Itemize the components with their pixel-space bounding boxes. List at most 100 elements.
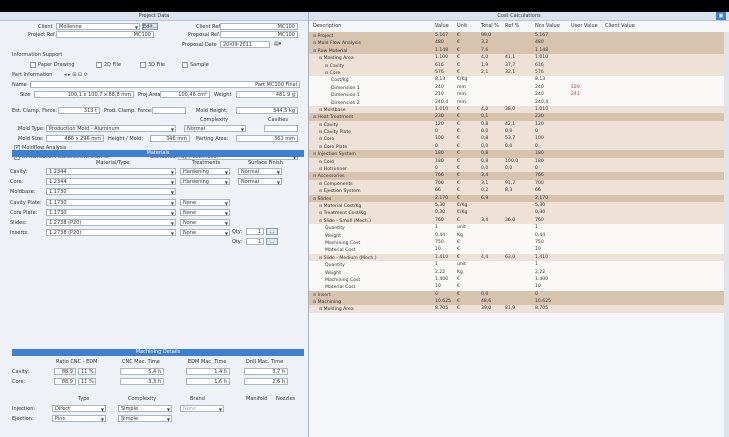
drill-time-field[interactable]: 3,7 h (244, 368, 288, 375)
file-2d-checkbox[interactable] (96, 62, 102, 68)
table-row[interactable]: ⊟ Slide - Medium (Mech.) 1.410 €4,4 63,0 1.4… (309, 253, 729, 262)
qty-inserts-field[interactable]: 1 (246, 238, 264, 245)
table-row[interactable]: ⊟ Molding Area 1.100 €4,0 41,1 1.010 (309, 54, 729, 62)
table-row[interactable]: Quantity 1 unit 1 (309, 261, 729, 269)
material-select[interactable]: 1.2344 ▼ (46, 168, 176, 175)
surface-finish-select[interactable]: Normal ▼ (238, 178, 282, 186)
table-row[interactable]: ⊟ Accessories 766 €3,4 766 (309, 172, 729, 180)
table-row[interactable]: ⊟ Material Cost/Kg 5,30 €/Kg 5,30 (309, 201, 729, 210)
machining-section-bar[interactable]: Machining Details (12, 349, 304, 356)
table-row[interactable]: ⊟ Slide - Small (Mech.) 760 €3,4 36,0 760 (309, 216, 729, 225)
weight-field[interactable]: 481 9 g (236, 91, 298, 98)
table-row[interactable]: ⊟ Hotrunner 0 €0,0 0,0 0 (309, 165, 729, 173)
parting-field[interactable]: 361 mm (236, 135, 298, 142)
brand-select[interactable]: None ▼ (180, 405, 224, 412)
materials-section-bar[interactable]: Materials (12, 150, 304, 157)
sample-checkbox[interactable] (182, 62, 188, 68)
table-row[interactable]: Dimension 2 240,4 mm 240,4 (309, 98, 729, 106)
cavities-field[interactable] (264, 125, 298, 132)
table-row[interactable]: ⊟ Machining 10.625 €48,6 10.625 (309, 298, 729, 306)
table-row[interactable]: ⊟ Slides 2.170 €6,9 2.170 (309, 194, 729, 202)
ratio-cnc-value[interactable]: 88,9 (54, 378, 76, 385)
height-field[interactable]: 346 mm (150, 135, 190, 142)
mold-height-field[interactable]: 344,5 kg (236, 107, 298, 114)
proposal-ref-field[interactable]: MC100 (220, 31, 298, 38)
drill-time-field[interactable]: 2,6 h (244, 378, 288, 385)
treatment-select[interactable]: Hardening ▼ (180, 168, 230, 175)
table-row[interactable]: ⊟ Injection System 180 €0,8 180 (309, 150, 729, 158)
table-row[interactable]: ⊟ Insert 0 €0,0 0 (309, 290, 729, 299)
material-select[interactable]: 1.1730 ▼ (46, 208, 176, 216)
cnc-time-field[interactable]: 3,3 h (120, 378, 164, 385)
proj-area-field[interactable]: 100,46 cm² (160, 91, 210, 98)
table-row[interactable]: Weight 0,44 Kg 0,44 (309, 231, 729, 239)
file-3d-checkbox[interactable] (140, 62, 146, 68)
project-ref-field[interactable]: MC100 (56, 31, 154, 38)
material-select[interactable]: 1.2344 ▼ (46, 178, 176, 186)
table-row[interactable]: Dimension 1 240 mm 240 120 (309, 83, 729, 92)
table-row[interactable]: ⊟ Cold 180 €0,8 100,0 180 (309, 157, 729, 166)
treatment-select[interactable]: None ▼ (180, 229, 230, 237)
size-field[interactable]: 100,1 x 100,7 x 88,8 mm (34, 91, 134, 98)
edit-client-button[interactable]: Edit... (142, 23, 158, 30)
material-select[interactable]: 1.1730 ▼ (46, 198, 176, 206)
table-row[interactable]: Machining Cost 1.400 €1.400 (309, 275, 729, 284)
table-row[interactable]: Cost/Kg 8,13 €/Kg 8,13 (309, 76, 729, 84)
table-row[interactable]: ⊟ Treatment Cost/Kg 0,30 €/Kg 0,30 (309, 209, 729, 217)
material-select[interactable]: 1.2738 (P20) ▼ (46, 219, 176, 226)
table-row[interactable]: ⊟ Cavity 120 €0,8 42,1 120 (309, 120, 729, 129)
table-row[interactable]: Material Cost 10 €10 (309, 283, 729, 291)
treatment-select[interactable]: Hardening ▼ (180, 178, 230, 186)
client-ref-field[interactable]: MC100 (220, 23, 298, 30)
treatment-select[interactable]: None ▼ (180, 219, 230, 226)
type-select[interactable]: Direct ▼ (52, 405, 106, 412)
row-user-value[interactable]: 120 (571, 84, 580, 91)
table-row[interactable]: Weight 2,22 Kg 2,22 (309, 268, 729, 276)
surface-finish-select[interactable]: Normal ▼ (238, 168, 282, 175)
client-select[interactable]: Mollenne ▼ (56, 23, 140, 30)
table-row[interactable]: ⊟ Project 5.167 €99,0 5.167 (309, 32, 729, 40)
export-icon[interactable]: ▣ (716, 12, 726, 20)
table-row[interactable]: ⊟ Cavity 616 €1,9 37,7 616 (309, 61, 729, 69)
table-row[interactable]: Machining Cost 750 €750 (309, 238, 729, 247)
ratio-edm-value[interactable]: 11 % (78, 378, 96, 385)
edm-time-field[interactable]: 1,4 h (186, 368, 230, 375)
table-row[interactable]: ⊟ Ejection System 66 €0,2 8,3 66 (309, 187, 729, 195)
table-row[interactable]: ⊟ Core Plate 0 €0,0 0,0 0 (309, 142, 729, 151)
table-row[interactable]: ⊟ Molding Area 8.705 €39,0 81,9 8.705 (309, 305, 729, 313)
edm-time-field[interactable]: 1,6 h (186, 378, 230, 385)
table-row[interactable]: ⊟ Core 576 €2,1 32,1 576 (309, 68, 729, 77)
name-field[interactable]: Part MC100 Final (30, 81, 300, 88)
part-info-toolbar-icons[interactable]: ◂ ▸ ⊞ ⊟ ⟳ (64, 72, 88, 78)
row-user-value[interactable]: 241 (571, 91, 580, 98)
table-row[interactable]: Quantity 1 unit 1 (309, 224, 729, 232)
complexity-select[interactable]: Simple ▼ (118, 405, 172, 412)
treatment-select[interactable]: None ▼ (180, 208, 230, 216)
treatment-select[interactable]: None ▼ (180, 198, 230, 206)
table-row[interactable]: ⊟ Mold Flow Analysis 480 €3,2 480 (309, 39, 729, 47)
mold-size-field[interactable]: 486 x 296 mm (46, 135, 104, 142)
cnc-time-field[interactable]: 5,4 h (120, 368, 164, 375)
slides-details-button[interactable]: … (266, 228, 278, 235)
table-row[interactable]: Material Cost 10 €10 (309, 246, 729, 254)
type-select[interactable]: Pins ▼ (52, 415, 106, 422)
ratio-cnc-value[interactable]: 88,9 (54, 368, 76, 375)
table-row[interactable]: Dimension 1 210 mm 240 241 (309, 91, 729, 99)
material-select[interactable]: 1.1730 ▼ (46, 188, 176, 196)
mold-type-select[interactable]: Production Mold - Aluminum ▼ (46, 125, 176, 132)
material-select[interactable]: 1.2738 (P20) ▼ (46, 229, 176, 237)
table-row[interactable]: ⊟ Heat Treatment 230 €0,1 230 (309, 113, 729, 121)
qty-slides-field[interactable]: 1 (246, 228, 264, 235)
ratio-edm-value[interactable]: 11 % (78, 368, 96, 375)
table-row[interactable]: ⊟ Raw Material 1.148 €7,6 1.148 (309, 46, 729, 55)
paper-drawing-checkbox[interactable] (30, 62, 36, 68)
proposal-date-field[interactable]: 20-09-2011 (220, 41, 270, 48)
inserts-details-button[interactable]: … (266, 238, 278, 245)
est-clamp-field[interactable]: 313 t (58, 107, 100, 114)
calendar-icon[interactable]: ▤▾ (274, 41, 281, 47)
table-row[interactable]: ⊟ Core 100 €0,8 53,7 100 (309, 135, 729, 143)
complexity-select[interactable]: Normal ▼ (184, 125, 246, 132)
table-row[interactable]: ⊟ Components 700 €3,1 91,7 700 (309, 179, 729, 188)
vertical-scrollbar[interactable] (724, 32, 729, 437)
complexity-select[interactable]: Simple ▼ (118, 415, 172, 422)
